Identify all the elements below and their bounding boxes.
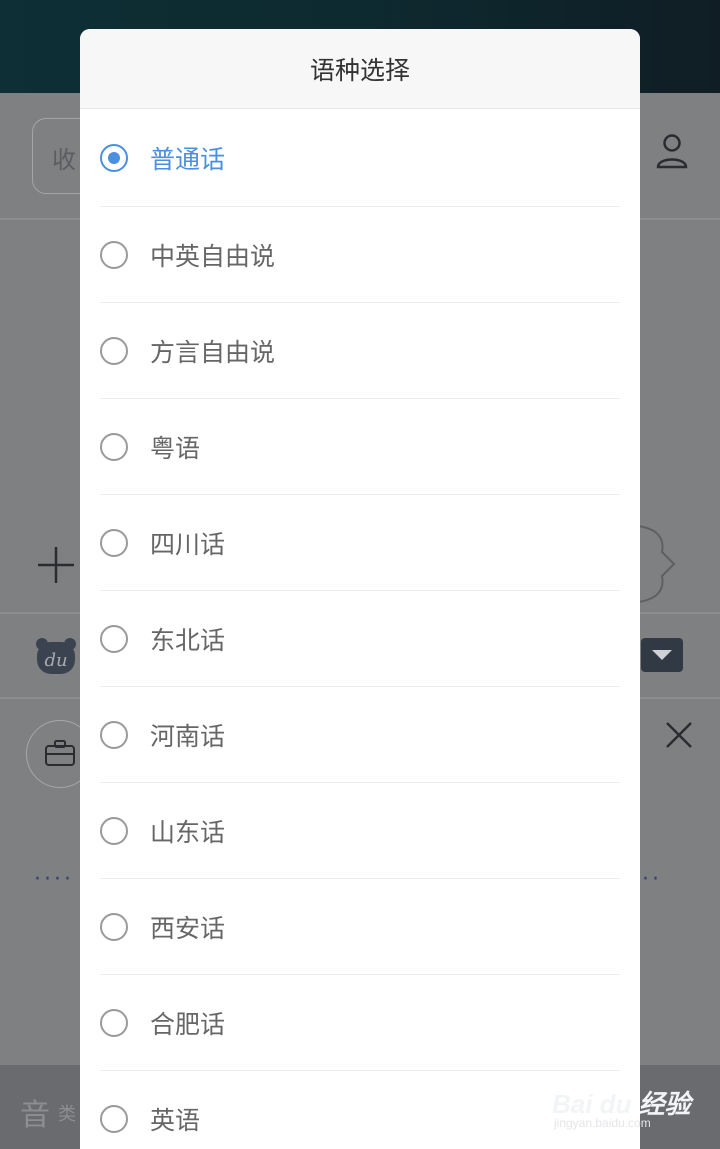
language-select-dialog: 语种选择 普通话 中英自由说 方言自由说 粤语 四川话 东北话 河南话 山东话 … (80, 29, 640, 1149)
language-option-label: 普通话 (150, 144, 226, 174)
language-option[interactable]: 东北话 (100, 591, 620, 687)
language-option[interactable]: 粤语 (100, 399, 620, 495)
language-option-label: 西安话 (150, 913, 226, 943)
radio-unchecked-icon[interactable] (100, 912, 128, 941)
radio-unchecked-icon[interactable] (100, 1104, 128, 1133)
bottom-bar-subtext: 类 (58, 1104, 76, 1125)
dialog-title: 语种选择 (309, 55, 410, 85)
radio-unchecked-icon[interactable] (100, 816, 128, 845)
language-option[interactable]: 西安话 (100, 879, 620, 975)
watermark-sub-text: jingyan.baidu.com (554, 1116, 651, 1130)
language-option-label: 方言自由说 (150, 337, 276, 367)
plus-icon[interactable] (36, 545, 76, 585)
language-option-label: 中英自由说 (150, 241, 276, 271)
user-icon[interactable] (655, 133, 689, 169)
radio-checked-icon[interactable] (100, 143, 128, 172)
baidu-jingyan-watermark: Bai du 经验 jingyan.baidu.com (552, 1074, 712, 1134)
dropdown-icon[interactable] (641, 638, 683, 672)
radio-unchecked-icon[interactable] (100, 624, 128, 653)
language-option[interactable]: 四川话 (100, 495, 620, 591)
language-option[interactable]: 河南话 (100, 687, 620, 783)
language-option-label: 四川话 (150, 529, 226, 559)
close-icon[interactable] (664, 720, 694, 750)
du-logo-icon: du (36, 638, 76, 674)
dialog-header: 语种选择 (80, 29, 640, 109)
briefcase-icon (45, 740, 75, 766)
svg-text:du: du (44, 650, 67, 671)
radio-unchecked-icon[interactable] (100, 528, 128, 557)
language-option-label: 河南话 (150, 721, 226, 751)
language-option[interactable]: 合肥话 (100, 975, 620, 1071)
language-option[interactable]: 中英自由说 (100, 207, 620, 303)
language-option[interactable]: 英语 (100, 1071, 620, 1149)
language-option[interactable]: 方言自由说 (100, 303, 620, 399)
radio-unchecked-icon[interactable] (100, 432, 128, 461)
radio-unchecked-icon[interactable] (100, 240, 128, 269)
waveform-dots-right: ·· (642, 867, 662, 892)
bottom-bar-text: 音 (20, 1098, 50, 1133)
language-option-list: 普通话 中英自由说 方言自由说 粤语 四川话 东北话 河南话 山东话 西安话 合… (80, 109, 640, 1149)
language-option-label: 英语 (150, 1105, 201, 1135)
waveform-dots-left: ···· (34, 867, 74, 892)
radio-unchecked-icon[interactable] (100, 1008, 128, 1037)
search-placeholder: 收 (52, 146, 76, 174)
language-option-label: 东北话 (150, 625, 226, 655)
radio-unchecked-icon[interactable] (100, 720, 128, 749)
language-option-label: 合肥话 (150, 1009, 226, 1039)
language-option-label: 粤语 (150, 433, 201, 463)
language-option[interactable]: 山东话 (100, 783, 620, 879)
language-option[interactable]: 普通话 (100, 109, 620, 207)
speech-bubble-icon (637, 525, 676, 603)
language-option-label: 山东话 (150, 817, 226, 847)
radio-unchecked-icon[interactable] (100, 336, 128, 365)
